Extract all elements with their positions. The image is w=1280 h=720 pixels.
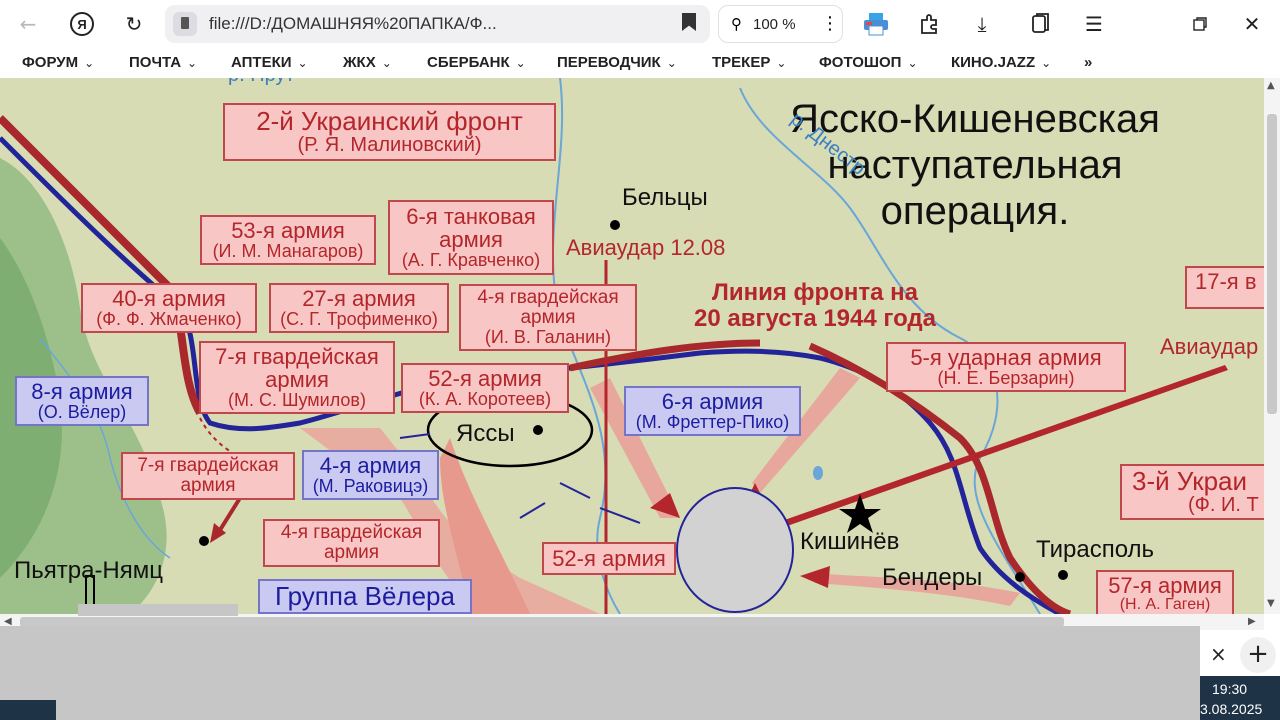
zoom-value: 100 % — [753, 16, 796, 33]
bookmarks-more[interactable]: » — [1084, 54, 1092, 71]
bookmark-pharmacy[interactable]: АПТЕКИ ⌄ — [231, 54, 308, 71]
army-label-52-2: 52-я армия — [542, 542, 676, 576]
map-title-line1: Ясско-Кишеневская — [790, 97, 1160, 141]
chevron-down-icon: ⌄ — [776, 56, 787, 70]
file-icon — [173, 12, 197, 36]
chevron-down-icon: ⌄ — [381, 56, 392, 70]
bookmark-housing[interactable]: ЖКХ ⌄ — [343, 54, 392, 71]
army-label-7-guards-2: 7-я гвардейская армия — [121, 452, 295, 500]
river-prut: р. Прут — [228, 78, 295, 87]
city-dot-tiraspol — [1058, 570, 1068, 580]
map-image: Ясско-Кишеневская наступательная операци… — [0, 78, 1264, 614]
bookmark-sberbank[interactable]: СБЕРБАНК ⌄ — [427, 54, 526, 71]
svg-text:Я: Я — [77, 17, 86, 32]
chevron-down-icon: ⌄ — [297, 56, 308, 70]
place-kishinev: Кишинёв — [800, 528, 900, 555]
vertical-scrollbar[interactable]: ▲ ▼ — [1264, 78, 1280, 614]
arrow-head — [800, 566, 830, 588]
scroll-up-icon[interactable]: ▲ — [1267, 80, 1275, 91]
bookmark-mail[interactable]: ПОЧТА ⌄ — [129, 54, 197, 71]
scroll-down-icon[interactable]: ▼ — [1267, 598, 1275, 609]
place-iassy: Яссы — [456, 420, 515, 447]
place-bendery: Бендеры — [882, 564, 983, 591]
collections-icon[interactable] — [1022, 6, 1058, 42]
chevron-down-icon: ⌄ — [84, 56, 95, 70]
army-label-17: 17-я в — [1185, 266, 1264, 310]
overlay-patch — [78, 604, 238, 616]
close-icon[interactable]: ✕ — [1234, 6, 1270, 42]
taskbar-left — [0, 700, 56, 720]
army-label-7-guards: 7-я гвардейская армия (М. С. Шумилов) — [199, 341, 395, 415]
bookmark-translator[interactable]: ПЕРЕВОДЧИК ⌄ — [557, 54, 677, 71]
chevron-down-icon: ⌄ — [187, 56, 198, 70]
reload-icon[interactable]: ↻ — [116, 6, 152, 42]
printer-icon[interactable] — [858, 6, 894, 42]
zoom-control[interactable]: ⚲ 100 % ⋮ — [718, 5, 843, 43]
air-strike-label: Авиаудар 12.08 — [566, 235, 726, 260]
city-dot-piatra — [199, 536, 209, 546]
army-label-52: 52-я армия (К. А. Коротеев) — [401, 363, 569, 413]
bookmark-photoshop[interactable]: ФОТОШОП ⌄ — [819, 54, 918, 71]
lake — [813, 466, 823, 480]
notification-close[interactable]: × — [1200, 636, 1238, 672]
map-title: Ясско-Кишеневская наступательная операци… — [760, 96, 1190, 234]
army-label-53: 53-я армия (И. М. Манагаров) — [200, 215, 376, 265]
bookmark-kino[interactable]: КИНО.JAZZ ⌄ — [951, 54, 1051, 71]
army-label-5-shock: 5-я ударная армия (Н. Е. Берзарин) — [886, 342, 1126, 392]
close-icon[interactable]: × — [1210, 642, 1227, 666]
extensions-icon[interactable] — [912, 6, 948, 42]
chevron-down-icon: ⌄ — [907, 56, 918, 70]
bookmark-forum[interactable]: ФОРУМ ⌄ — [22, 54, 94, 71]
address-bar[interactable]: file:///D:/ДОМАШНЯЯ%20ПАПКА/Ф... — [165, 5, 710, 43]
zoom-icon: ⚲ — [731, 15, 742, 33]
enemy-label-group: Группа Вёлера — [258, 579, 472, 614]
army-label-40: 40-я армия (Ф. Ф. Жмаченко) — [81, 283, 257, 333]
map-title-line3: операция. — [880, 189, 1070, 233]
map-title-line2: наступательная — [827, 143, 1123, 187]
vertical-scroll-thumb[interactable] — [1267, 114, 1277, 414]
enemy-label-4: 4-я армия (М. Раковицэ) — [302, 450, 439, 500]
yandex-icon[interactable]: Я — [64, 6, 100, 42]
overlay-panel — [0, 626, 1200, 720]
chevron-down-icon: ⌄ — [515, 56, 526, 70]
taskbar-clock[interactable]: 19:30 3.08.2025 — [1200, 676, 1280, 720]
menu-icon[interactable]: ☰ — [1076, 6, 1112, 42]
army-label-3rd-ukrainian-front: 3-й Украи (Ф. И. Т — [1120, 464, 1264, 521]
place-piatra: Пьятра-Нямц — [14, 557, 164, 584]
more-icon[interactable]: ⋮ — [821, 13, 839, 34]
bookmark-icon[interactable] — [682, 13, 696, 31]
frontline-label: Линия фронта на 20 августа 1944 года — [660, 279, 970, 333]
back-icon[interactable]: ← — [10, 6, 46, 42]
clock-time: 19:30 — [1212, 681, 1248, 697]
army-label-2nd-ukrainian-front: 2-й Украинский фронт (Р. Я. Малиновский) — [223, 103, 556, 162]
bookmark-tracker[interactable]: ТРЕКЕР ⌄ — [712, 54, 786, 71]
restore-icon[interactable] — [1182, 6, 1218, 42]
download-icon[interactable]: ⤓ — [964, 6, 1000, 42]
place-beltsy: Бельцы — [622, 184, 708, 211]
city-dot-iassy — [533, 425, 543, 435]
add-button[interactable]: + — [1240, 637, 1276, 673]
url-text[interactable]: file:///D:/ДОМАШНЯЯ%20ПАПКА/Ф... — [209, 14, 497, 34]
enemy-label-8: 8-я армия (О. Вёлер) — [15, 376, 149, 426]
city-dot-bendery — [1015, 572, 1025, 582]
frontline-line1: Линия фронта на — [712, 279, 918, 306]
army-label-4-guards-2: 4-я гвардейская армия — [263, 519, 440, 567]
army-label-6-tank: 6-я танковая армия (А. Г. Кравченко) — [388, 200, 554, 276]
browser-toolbar: ← Я ↻ file:///D:/ДОМАШНЯЯ%20ПАПКА/Ф... ⚲… — [0, 0, 1280, 48]
scroll-right-icon[interactable]: ▶ — [1248, 616, 1256, 627]
encirclement — [676, 487, 794, 613]
army-label-27: 27-я армия (С. Г. Трофименко) — [269, 283, 449, 333]
place-tiraspol: Тирасполь — [1036, 536, 1155, 563]
chevron-down-icon: ⌄ — [666, 56, 677, 70]
frontline-line2: 20 августа 1944 года — [694, 305, 936, 333]
army-label-4-guards: 4-я гвардейская армия (И. В. Галанин) — [459, 284, 637, 351]
bookmarks-bar: ФОРУМ ⌄ ПОЧТА ⌄ АПТЕКИ ⌄ ЖКХ ⌄ СБЕРБАНК ⌄ ПЕР… — [0, 48, 1280, 78]
enemy-label-6: 6-я армия (М. Фреттер-Пико) — [624, 386, 801, 436]
clock-date: 3.08.2025 — [1200, 701, 1263, 717]
air-strike-label-2: Авиаудар — [1160, 334, 1259, 359]
army-label-57: 57-я армия (Н. А. Гаген) — [1096, 570, 1234, 614]
chevron-down-icon: ⌄ — [1041, 56, 1052, 70]
city-dot-beltsy — [610, 220, 620, 230]
